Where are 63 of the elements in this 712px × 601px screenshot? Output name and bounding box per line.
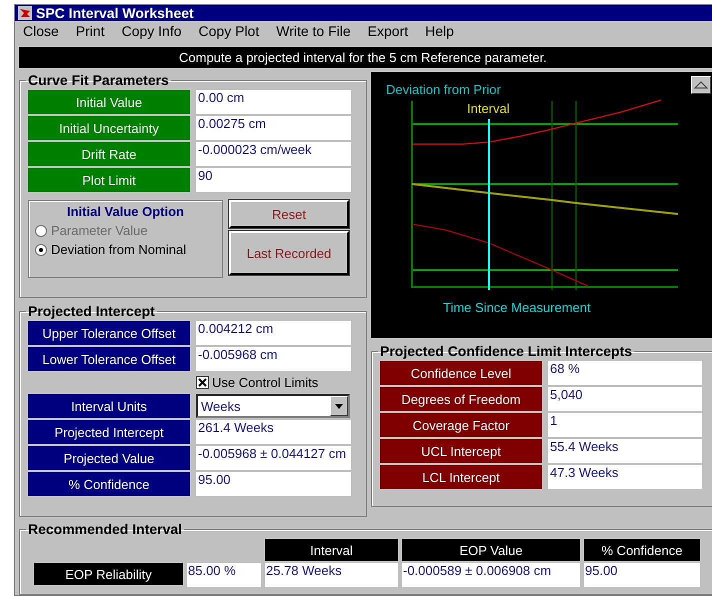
value-field[interactable]: 0.00275 cm xyxy=(196,116,351,140)
value-field[interactable]: 1 xyxy=(548,413,702,437)
last-recorded-button[interactable]: Last Recorded xyxy=(229,231,349,275)
panel-title: Curve Fit Parameters xyxy=(27,72,170,88)
field-label: Initial Value xyxy=(28,90,190,114)
interval-label: Interval xyxy=(467,101,510,116)
triangle-icon xyxy=(694,81,708,89)
chart-title: Deviation from Prior xyxy=(386,82,501,97)
field-label: % Confidence xyxy=(28,472,190,496)
dropdown-arrow-icon xyxy=(335,404,343,408)
field-label: Lower Tolerance Offset xyxy=(28,347,190,371)
field-label: UCL Intercept xyxy=(380,439,542,463)
value-field[interactable]: 90 xyxy=(196,168,351,192)
value-field[interactable]: 261.4 Weeks xyxy=(196,420,351,444)
field-label: LCL Intercept xyxy=(380,465,542,489)
expand-button[interactable] xyxy=(691,76,711,94)
radio-option[interactable]: Deviation from Nominal xyxy=(35,242,216,257)
table-cell: 25.78 Weeks xyxy=(265,563,398,587)
panel-title: Recommended Interval xyxy=(27,521,184,537)
value-field[interactable]: -0.005968 ± 0.044127 cm xyxy=(196,446,351,470)
value-field[interactable]: 5,040 xyxy=(548,387,702,411)
value-field[interactable]: 95.00 xyxy=(196,472,351,496)
value-field[interactable]: -0.000023 cm/week xyxy=(196,142,351,166)
menu-item[interactable]: Write to File xyxy=(276,23,351,39)
field-label: Upper Tolerance Offset xyxy=(28,321,190,345)
value-field[interactable]: -0.005968 cm xyxy=(196,347,351,371)
field-label: Plot Limit xyxy=(28,168,190,192)
field-label: Interval Units xyxy=(28,394,190,418)
field-label: Projected Value xyxy=(28,446,190,470)
row-label: EOP Reliability xyxy=(34,563,183,585)
panel-title: Projected Confidence Limit Intercepts xyxy=(379,343,634,359)
group-title: Initial Value Option xyxy=(66,204,185,219)
table-cell: 95.00 xyxy=(584,563,700,587)
menu-item[interactable]: Export xyxy=(368,23,408,39)
value-field[interactable]: 85.00 % xyxy=(187,563,261,587)
menu-item[interactable]: Copy Info xyxy=(122,23,182,39)
column-header: Interval xyxy=(265,539,398,561)
field-label: Coverage Factor xyxy=(380,413,542,437)
field-label: Drift Rate xyxy=(28,142,190,166)
field-label: Confidence Level xyxy=(380,361,542,385)
menu-item[interactable]: Help xyxy=(425,23,454,39)
column-header: % Confidence xyxy=(584,539,700,561)
status-banner: Compute a projected interval for the 5 cm Reference parameter. xyxy=(19,47,712,68)
value-field[interactable]: 0.004212 cm xyxy=(196,321,351,345)
menu-item[interactable]: Print xyxy=(76,23,105,39)
field-label: Projected Intercept xyxy=(28,420,190,444)
cross-icon xyxy=(198,378,207,387)
field-label: Degrees of Freedom xyxy=(380,387,542,411)
menu-item[interactable]: Copy Plot xyxy=(198,23,260,39)
panel-title: Projected Intercept xyxy=(27,303,156,319)
menu-item[interactable]: Close xyxy=(23,23,59,39)
value-field[interactable]: 0.00 cm xyxy=(196,90,351,114)
value-field[interactable]: 47.3 Weeks xyxy=(548,465,702,489)
interval-units-dropdown[interactable]: Weeks xyxy=(196,394,350,418)
value-field[interactable]: 55.4 Weeks xyxy=(548,439,702,463)
field-label: Initial Uncertainty xyxy=(28,116,190,140)
x-axis-label: Time Since Measurement xyxy=(443,300,591,315)
use-control-limits-checkbox[interactable]: Use Control Limits xyxy=(196,375,318,390)
window-title: SPC Interval Worksheet xyxy=(36,5,194,21)
value-field[interactable]: 68 % xyxy=(548,361,702,385)
table-cell: -0.000589 ± 0.006908 cm xyxy=(402,563,580,587)
column-header: EOP Value xyxy=(402,539,580,561)
reset-button[interactable]: Reset xyxy=(229,200,349,228)
